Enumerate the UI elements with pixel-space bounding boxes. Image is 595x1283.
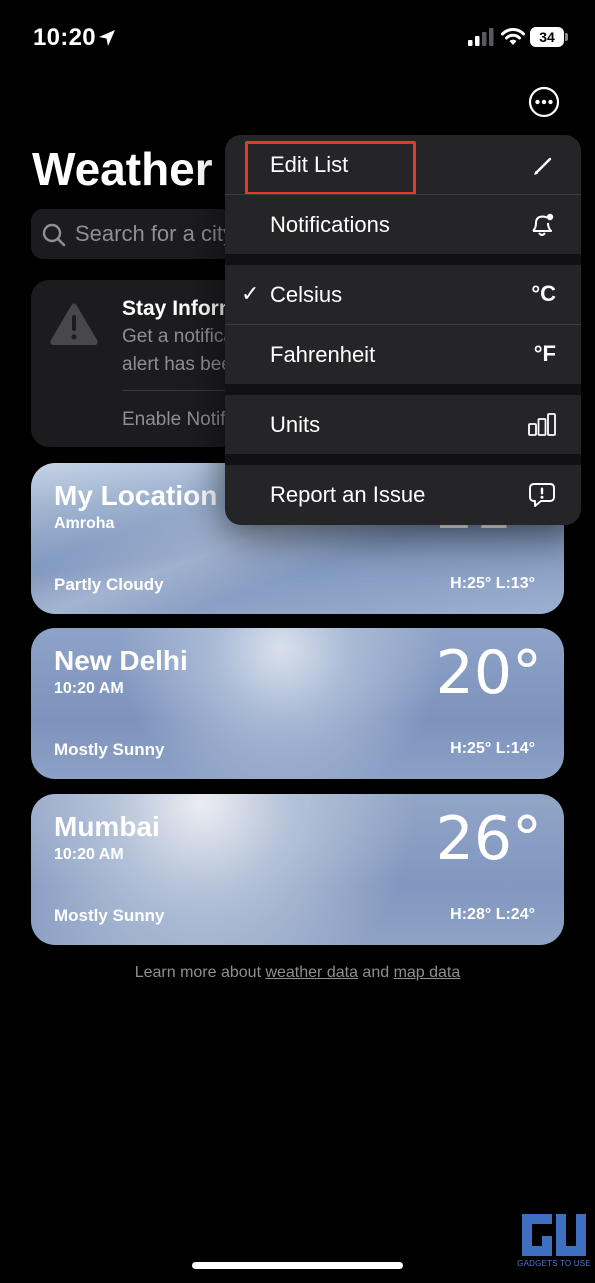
- menu-item-label: Celsius: [270, 282, 343, 307]
- watermark-text: GADGETS TO USE: [517, 1259, 591, 1268]
- city-high-low: H:25° L:13°: [450, 575, 535, 592]
- status-time: 10:20: [33, 24, 96, 51]
- city-subtitle: 10:20 AM: [54, 680, 124, 697]
- city-condition: Partly Cloudy: [54, 575, 164, 594]
- menu-item-label: Units: [270, 412, 321, 437]
- watermark-logo: GADGETS TO USE: [516, 1212, 592, 1270]
- battery-level: 34: [530, 27, 564, 47]
- city-temperature: 26°: [435, 804, 542, 874]
- city-temperature: 20°: [435, 638, 542, 708]
- chart-bars-icon: [528, 413, 556, 436]
- city-card-new-delhi[interactable]: New Delhi 10:20 AM 20° Mostly Sunny H:25…: [31, 628, 564, 779]
- city-name: New Delhi: [54, 645, 188, 676]
- menu-item-notifications[interactable]: Notifications: [225, 195, 581, 254]
- city-card-mumbai[interactable]: Mumbai 10:20 AM 26° Mostly Sunny H:28° L…: [31, 794, 564, 945]
- home-indicator[interactable]: [192, 1262, 403, 1269]
- checkmark-icon: ✓: [241, 281, 260, 306]
- menu-item-label: Report an Issue: [270, 482, 426, 507]
- menu-item-celsius[interactable]: ✓ Celsius °C: [225, 265, 581, 324]
- menu-item-label: Notifications: [270, 212, 390, 237]
- menu-item-units[interactable]: Units: [225, 395, 581, 454]
- city-high-low: H:25° L:14°: [450, 740, 535, 757]
- location-arrow-icon: [99, 30, 115, 46]
- city-condition: Mostly Sunny: [54, 740, 165, 759]
- menu-item-fahrenheit[interactable]: Fahrenheit °F: [225, 325, 581, 384]
- search-icon: [42, 223, 66, 247]
- weather-data-link[interactable]: weather data: [265, 964, 358, 981]
- more-options-icon[interactable]: [528, 86, 560, 118]
- map-data-link[interactable]: map data: [394, 964, 461, 981]
- warning-icon: [50, 303, 98, 345]
- pencil-icon: [534, 157, 552, 175]
- wifi-icon: [501, 28, 525, 45]
- exclamation-bubble-icon: [529, 483, 555, 507]
- celsius-icon: °C: [531, 281, 556, 306]
- status-bar: 10:20 34: [0, 0, 595, 75]
- bell-badge-icon: [532, 213, 554, 236]
- city-name: My Location: [54, 480, 218, 511]
- options-menu: Edit List Notifications ✓ Celsius °C Fah…: [225, 135, 581, 525]
- city-subtitle: 10:20 AM: [54, 846, 124, 863]
- city-condition: Mostly Sunny: [54, 906, 165, 925]
- city-high-low: H:28° L:24°: [450, 906, 535, 923]
- menu-item-report-issue[interactable]: Report an Issue: [225, 465, 581, 524]
- footer-note: Learn more about weather data and map da…: [134, 964, 461, 981]
- battery-icon: 34: [530, 27, 568, 47]
- city-subtitle: Amroha: [54, 515, 115, 532]
- fahrenheit-icon: °F: [533, 341, 556, 366]
- page-title: Weather: [32, 143, 213, 195]
- cellular-signal-icon: [468, 28, 494, 46]
- edit-list-highlight: [245, 141, 416, 195]
- menu-item-label: Fahrenheit: [270, 342, 376, 367]
- city-name: Mumbai: [54, 811, 160, 842]
- watermark-gu-icon: [522, 1214, 586, 1256]
